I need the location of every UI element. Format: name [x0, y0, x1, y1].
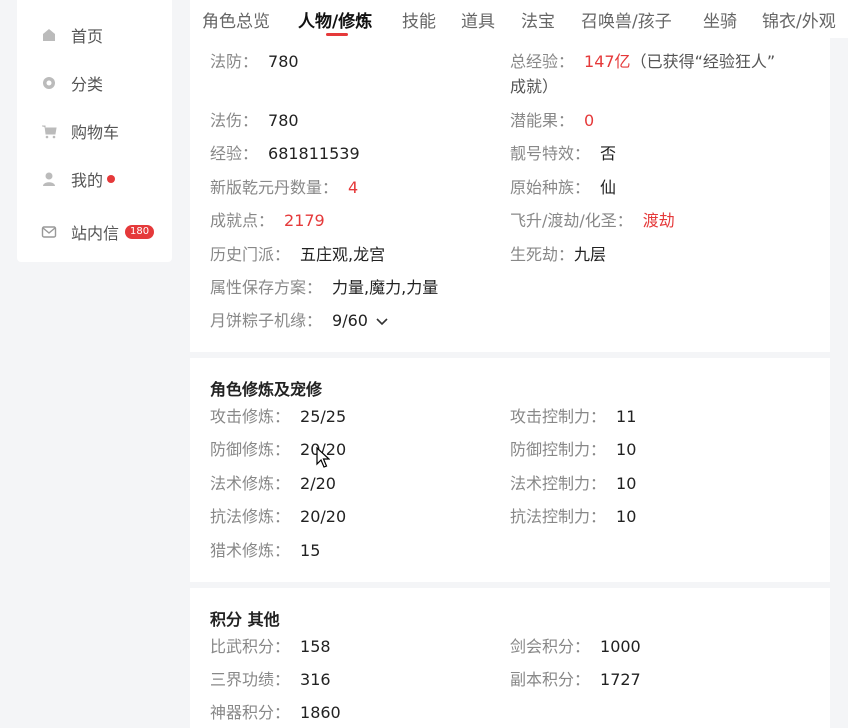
tab-items[interactable]: 道具 — [461, 7, 495, 32]
magic-resist-cultivation-field: 抗法修炼： 20/20 — [210, 507, 347, 526]
magic-control-field: 法术控制力： 10 — [510, 474, 637, 493]
magic-defense-field: 法防： 780 — [210, 52, 299, 71]
total-exp-field-continued: 成就） — [510, 77, 559, 96]
qianyuandan-field: 新版乾元丹数量： 4 — [210, 178, 359, 197]
sidebar-item-label: 我的 — [71, 171, 104, 190]
defense-control-field: 防御控制力： 10 — [510, 440, 637, 459]
section-title: 角色修炼及宠修 — [210, 380, 323, 399]
mooncake-chance-field[interactable]: 月饼粽子机缘： 9/60 — [210, 310, 388, 333]
sidebar: 首页 分类 购物车 我的 站内信 180 — [17, 0, 172, 262]
hunting-cultivation-field: 猎术修炼： 15 — [210, 541, 321, 560]
chevron-down-icon[interactable] — [376, 311, 388, 333]
magic-damage-field: 法伤： 780 — [210, 111, 299, 130]
section-title: 积分 其他 — [210, 610, 280, 629]
character-attributes-card: 法防： 780 总经验： 147亿（已获得“经验狂人” 成就） 法伤： 780 潜能果… — [190, 38, 830, 352]
magic-resist-control-field: 抗法控制力： 10 — [510, 507, 637, 526]
sidebar-item-cart[interactable]: 购物车 — [41, 119, 119, 143]
sidebar-item-label: 购物车 — [71, 123, 120, 142]
special-number-field: 靓号特效：否 — [510, 144, 617, 163]
sidebar-item-label: 分类 — [71, 75, 104, 94]
cart-icon — [41, 123, 57, 139]
sidebar-item-mine[interactable]: 我的 — [41, 167, 116, 191]
original-race-field: 原始种族：仙 — [510, 178, 617, 197]
right-panel-edge — [848, 38, 858, 728]
message-count-badge: 180 — [125, 225, 155, 239]
potential-fruit-field: 潜能果： 0 — [510, 111, 595, 130]
category-icon — [41, 75, 57, 91]
merit-points-field: 三界功绩： 316 — [210, 670, 331, 689]
attack-control-field: 攻击控制力： 11 — [510, 407, 637, 426]
magic-cultivation-field: 法术修炼： 2/20 — [210, 474, 336, 493]
ascension-field: 飞升/渡劫/化圣： 渡劫 — [510, 211, 675, 230]
tab-overview[interactable]: 角色总览 — [202, 7, 270, 32]
tab-character-cultivation[interactable]: 人物/修炼 — [298, 7, 372, 32]
user-icon — [41, 171, 57, 187]
cultivation-card: 角色修炼及宠修 攻击修炼： 25/25 攻击控制力： 11 防御修炼： 20/20 防… — [190, 358, 830, 582]
history-sect-field: 历史门派： 五庄观,龙宫 — [210, 245, 386, 264]
sidebar-item-label: 站内信 — [71, 224, 120, 243]
experience-field: 经验： 681811539 — [210, 144, 360, 163]
total-exp-field: 总经验： 147亿（已获得“经验狂人” — [510, 52, 776, 71]
tab-mounts[interactable]: 坐骑 — [703, 7, 737, 32]
attribute-plan-field: 属性保存方案： 力量,魔力,力量 — [210, 278, 439, 297]
tab-treasures[interactable]: 法宝 — [521, 7, 555, 32]
mouse-cursor-icon — [316, 446, 331, 473]
mail-icon — [41, 224, 57, 240]
sidebar-item-messages[interactable]: 站内信 180 — [41, 220, 155, 244]
active-tab-indicator — [326, 33, 348, 36]
attack-cultivation-field: 攻击修炼： 25/25 — [210, 407, 347, 426]
tab-appearance[interactable]: 锦衣/外观 — [762, 7, 836, 32]
sword-points-field: 剑会积分： 1000 — [510, 637, 641, 656]
tab-bar: 角色总览 人物/修炼 技能 道具 法宝 召唤兽/孩子 坐骑 锦衣/外观 — [190, 0, 858, 38]
sidebar-item-category[interactable]: 分类 — [41, 71, 103, 95]
sidebar-item-home[interactable]: 首页 — [41, 23, 103, 47]
points-card: 积分 其他 比武积分： 158 剑会积分： 1000 三界功绩： 316 副本积分： 1… — [190, 588, 830, 728]
notification-dot — [107, 175, 116, 183]
sidebar-item-label: 首页 — [71, 27, 104, 46]
dungeon-points-field: 副本积分： 1727 — [510, 670, 641, 689]
life-death-trial-field: 生死劫：九层 — [510, 245, 607, 264]
tab-skills[interactable]: 技能 — [402, 7, 436, 32]
home-icon — [41, 27, 57, 43]
pvp-points-field: 比武积分： 158 — [210, 637, 331, 656]
tab-pets-children[interactable]: 召唤兽/孩子 — [581, 7, 672, 32]
artifact-points-field: 神器积分： 1860 — [210, 703, 341, 722]
achievement-points-field: 成就点： 2179 — [210, 211, 325, 230]
